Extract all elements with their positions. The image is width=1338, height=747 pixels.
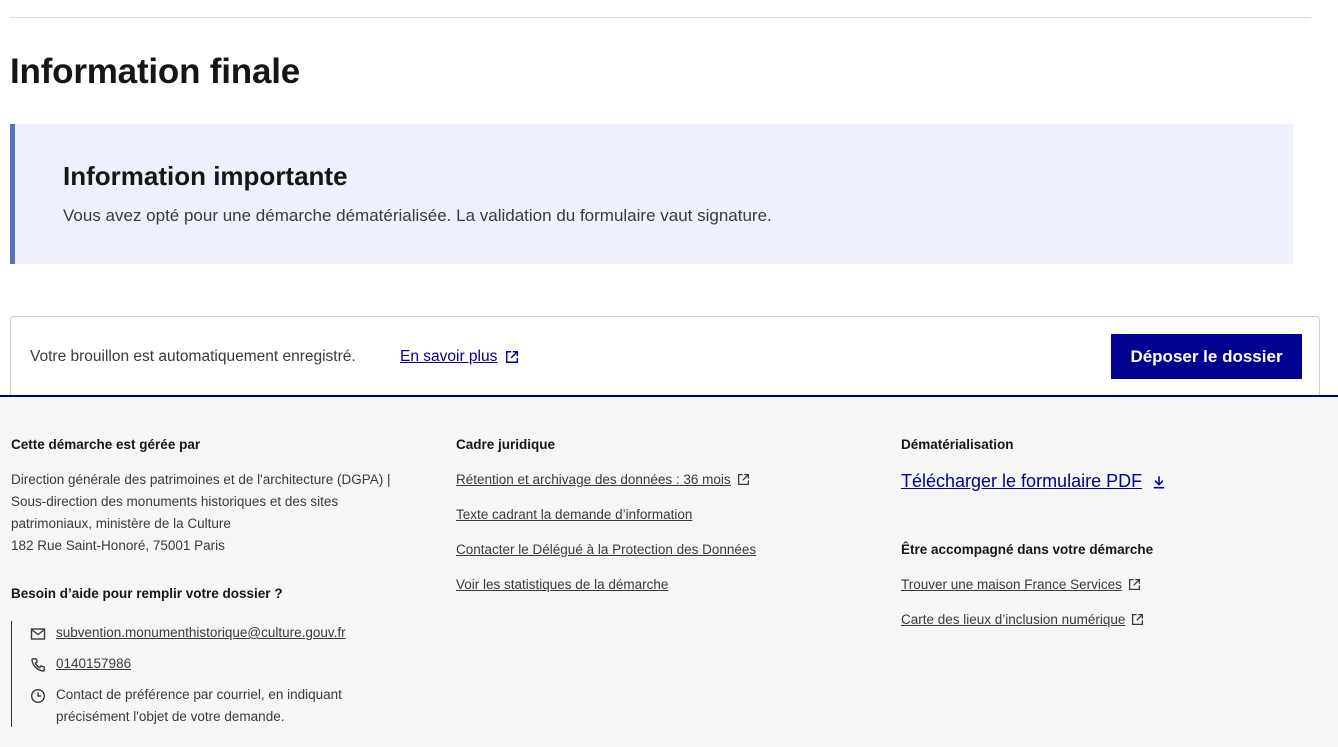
digital-inclusion-map-link[interactable]: Carte des lieux d’inclusion numérique bbox=[901, 612, 1144, 627]
contact-box: subvention.monumenthistorique@culture.go… bbox=[11, 621, 411, 727]
framework-text-link[interactable]: Texte cadrant la demande d’information bbox=[456, 507, 692, 522]
dpo-contact-link[interactable]: Contacter le Délégué à la Protection des… bbox=[456, 542, 756, 557]
top-divider bbox=[10, 17, 1311, 18]
managed-line: 182 Rue Saint-Honoré, 75001 Paris bbox=[11, 538, 225, 553]
help-heading: Besoin d’aide pour remplir votre dossier… bbox=[11, 586, 283, 601]
footer: Cette démarche est gérée par Direction g… bbox=[0, 395, 1338, 747]
contact-email-row: subvention.monumenthistorique@culture.go… bbox=[30, 625, 346, 642]
learn-more-label: En savoir plus bbox=[400, 348, 498, 365]
contact-note-line: précisément l'objet de votre demande. bbox=[56, 709, 285, 724]
download-pdf-label: Télécharger le formulaire PDF bbox=[901, 471, 1143, 491]
download-pdf-link[interactable]: Télécharger le formulaire PDF bbox=[901, 471, 1166, 492]
managed-address: Direction générale des patrimoines et de… bbox=[11, 469, 391, 557]
contact-phone-row: 0140157986 bbox=[30, 656, 131, 673]
learn-more-link[interactable]: En savoir plus bbox=[400, 348, 519, 366]
dematerialisation-heading: Dématérialisation bbox=[901, 437, 1014, 452]
submit-bar: Votre brouillon est automatiquement enre… bbox=[10, 316, 1320, 400]
deposit-dossier-button[interactable]: Déposer le dossier bbox=[1111, 334, 1302, 379]
france-services-link[interactable]: Trouver une maison France Services bbox=[901, 577, 1141, 592]
clock-icon bbox=[30, 688, 46, 704]
managed-line: Sous-direction des monuments historiques… bbox=[11, 494, 339, 509]
contact-note-row: Contact de préférence par courriel, en i… bbox=[30, 687, 342, 728]
page-title: Information finale bbox=[10, 52, 301, 91]
retention-link[interactable]: Rétention et archivage des données : 36 … bbox=[456, 472, 750, 487]
contact-note-line: Contact de préférence par courriel, en i… bbox=[56, 687, 342, 702]
managed-line: patrimoniaux, ministère de la Culture bbox=[11, 516, 231, 531]
retention-label: Rétention et archivage des données : 36 … bbox=[456, 472, 731, 487]
mail-icon bbox=[30, 628, 46, 640]
external-link-icon bbox=[1132, 613, 1144, 626]
legal-heading: Cadre juridique bbox=[456, 437, 556, 452]
draft-autosave-text: Votre brouillon est automatiquement enre… bbox=[30, 348, 356, 365]
callout-title: Information importante bbox=[63, 161, 348, 191]
phone-icon bbox=[31, 658, 45, 672]
contact-email-link[interactable]: subvention.monumenthistorique@culture.go… bbox=[56, 625, 346, 640]
external-link-icon bbox=[506, 351, 519, 363]
contact-phone-link[interactable]: 0140157986 bbox=[56, 656, 131, 671]
important-info-callout: Information importante Vous avez opté po… bbox=[10, 124, 1293, 264]
external-link-icon bbox=[737, 473, 749, 486]
statistics-link[interactable]: Voir les statistiques de la démarche bbox=[456, 577, 668, 592]
external-link-icon bbox=[1128, 578, 1140, 591]
managed-line: Direction générale des patrimoines et de… bbox=[11, 472, 391, 487]
managed-heading: Cette démarche est gérée par bbox=[11, 437, 201, 452]
download-icon bbox=[1153, 475, 1165, 488]
support-heading: Être accompagné dans votre démarche bbox=[901, 542, 1154, 557]
france-services-label: Trouver une maison France Services bbox=[901, 577, 1122, 592]
digital-inclusion-label: Carte des lieux d’inclusion numérique bbox=[901, 612, 1126, 627]
callout-text: Vous avez opté pour une démarche dématér… bbox=[63, 206, 772, 225]
contact-note: Contact de préférence par courriel, en i… bbox=[56, 684, 342, 728]
